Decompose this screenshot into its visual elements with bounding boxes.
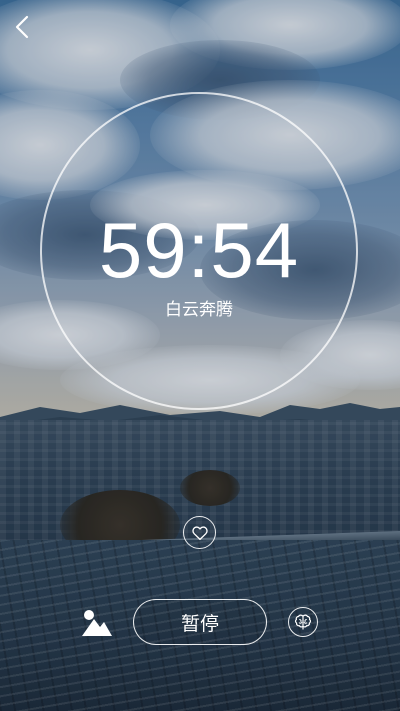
sound-title: 白云奔腾 (165, 300, 233, 320)
favorite-button[interactable] (183, 516, 216, 549)
back-arrow-icon (15, 15, 29, 39)
image-landscape-icon (82, 610, 112, 636)
back-button[interactable] (8, 12, 38, 42)
pause-button[interactable]: 暂停 (133, 599, 267, 645)
heart-icon (191, 525, 208, 540)
scene-picker-button[interactable] (80, 605, 114, 639)
brain-icon (294, 614, 312, 630)
player-screen: 59:54 白云奔腾 暂停 (0, 0, 400, 711)
mind-button[interactable] (288, 607, 318, 637)
timer-countdown: 59:54 (98, 206, 300, 294)
